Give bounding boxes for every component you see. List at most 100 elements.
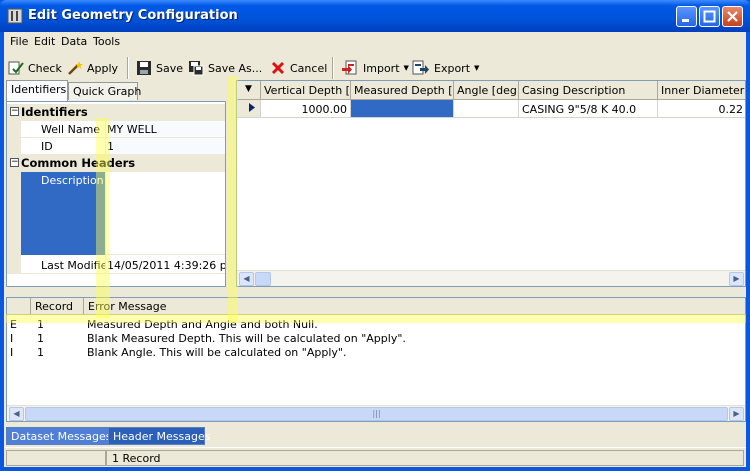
scroll-left-icon[interactable]: ◀ [9,407,24,421]
row-selector[interactable] [237,100,261,118]
section-identifiers[interactable]: − Identifiers [7,104,225,121]
property-well-name[interactable]: Well Name MY WELL [7,121,225,138]
check-button[interactable]: Check [8,58,62,78]
column-type [7,298,31,315]
wand-icon [68,61,83,75]
row-gutter [7,172,21,255]
scroll-right-icon[interactable]: ▶ [729,407,744,421]
column-inner-diameter[interactable]: Inner Diameter [m] [658,81,745,100]
column-measured-depth[interactable]: Measured Depth [m] [351,81,454,100]
save-button[interactable]: Save [136,58,183,78]
row-gutter [7,255,21,274]
save-as-icon [189,61,204,76]
cell-inner-diameter[interactable]: 0.22 [658,100,745,118]
close-button[interactable] [722,6,743,27]
scroll-thumb[interactable]: ||| [25,407,728,421]
message-row[interactable]: I 1 Blank Measured Depth. This will be c… [7,332,745,346]
tab-header-messages[interactable]: Header Messages [108,427,211,445]
property-description[interactable]: Description [7,172,225,255]
apply-button[interactable]: Apply [67,58,118,78]
maximize-button[interactable] [699,6,720,27]
toolbar-separator [332,57,334,79]
minimize-button[interactable] [676,6,697,27]
menu-edit[interactable]: Edit [34,35,55,48]
export-dropdown-icon[interactable]: ▼ [474,64,479,72]
cancel-button[interactable]: Cancel [270,58,327,78]
menu-file[interactable]: File [10,35,28,48]
maximize-icon [703,10,716,23]
title-bar[interactable]: Edit Geometry Configuration [0,0,750,32]
messages-header: Record Error Message [7,298,745,315]
column-casing-description[interactable]: Casing Description [519,81,658,100]
last-modified-field: 14/05/2011 4:39:26 p.m. [105,255,225,274]
description-field[interactable] [105,172,225,255]
property-label: Well Name [21,121,105,138]
check-icon [8,61,24,75]
menu-data[interactable]: Data [61,35,87,48]
collapse-icon[interactable]: − [10,107,19,116]
client-area: File Edit Data Tools Check Apply Save Sa… [4,32,746,467]
export-icon [412,60,429,75]
import-icon [342,60,357,75]
message-row[interactable]: I 1 Blank Angle. This will be calculated… [7,346,745,360]
column-record[interactable]: Record [31,298,84,315]
app-icon [7,8,23,24]
message-record: 1 [37,346,44,359]
section-common-headers[interactable]: − Common Headers [7,155,225,172]
cell-angle[interactable] [454,100,519,118]
scroll-right-icon[interactable]: ▶ [729,272,744,286]
column-vertical-depth[interactable]: Vertical Depth [m] [261,81,351,100]
save-as-label: Save As... [208,61,263,75]
export-button[interactable]: Export ▼ [412,58,479,78]
id-field[interactable]: 1 [105,138,225,155]
section-label: Identifiers [21,105,88,119]
well-name-field[interactable]: MY WELL [105,121,225,138]
menu-tools[interactable]: Tools [93,35,120,48]
section-label: Common Headers [21,156,136,170]
import-button[interactable]: Import ▼ [341,58,409,78]
message-type: I [10,332,14,345]
property-last-modified[interactable]: Last Modified 14/05/2011 4:39:26 p.m. [7,255,225,274]
import-dropdown-icon[interactable]: ▼ [404,64,409,72]
save-as-button[interactable]: Save As... [188,58,262,78]
grid-horizontal-scrollbar[interactable]: ◀ ▶ [237,270,745,286]
toolbar-separator [127,57,129,79]
property-id[interactable]: ID 1 [7,138,225,155]
row-gutter [7,121,21,138]
menu-bar: File Edit Data Tools [4,32,746,51]
tab-quick-graph[interactable]: Quick Graph [68,82,141,100]
property-label: Description [21,172,105,255]
cell-measured-depth[interactable] [351,100,454,118]
grid-corner-dropdown[interactable]: ▼ [237,81,261,100]
row-gutter [7,138,21,155]
geometry-grid: ▼ Vertical Depth [m] Measured Depth [m] … [236,80,746,287]
highlight-marker [6,314,746,323]
floppy-icon [137,61,151,75]
property-label: Last Modified [21,255,105,274]
check-label: Check [28,61,62,75]
column-error-message[interactable]: Error Message [84,298,745,315]
status-bar: 1 Record [4,447,746,467]
tab-dataset-messages[interactable]: Dataset Messages [6,427,112,445]
messages-horizontal-scrollbar[interactable]: ◀ ||| ▶ [7,405,745,421]
column-angle[interactable]: Angle [deg] [454,81,519,100]
scroll-thumb[interactable] [255,272,271,286]
export-label: Export [434,61,471,75]
message-type: I [10,346,14,359]
window: Edit Geometry Configuration File Edit Da… [0,0,750,471]
cell-casing-description[interactable]: CASING 9"5/8 K 40.0 [519,100,658,118]
grid-header: ▼ Vertical Depth [m] Measured Depth [m] … [237,81,745,100]
cell-vertical-depth[interactable]: 1000.00 [261,100,351,118]
property-label: ID [21,138,105,155]
collapse-icon[interactable]: − [10,158,19,167]
close-icon [727,11,738,22]
apply-label: Apply [87,61,119,75]
scroll-left-icon[interactable]: ◀ [239,272,254,286]
import-label: Import [363,61,400,75]
message-text: Blank Angle. This will be calculated on … [87,346,347,359]
tab-identifiers[interactable]: Identifiers [6,80,68,101]
highlight-marker [96,118,110,318]
cancel-label: Cancel [290,61,328,75]
minimize-icon [682,19,689,22]
status-record-count: 1 Record [106,450,744,466]
